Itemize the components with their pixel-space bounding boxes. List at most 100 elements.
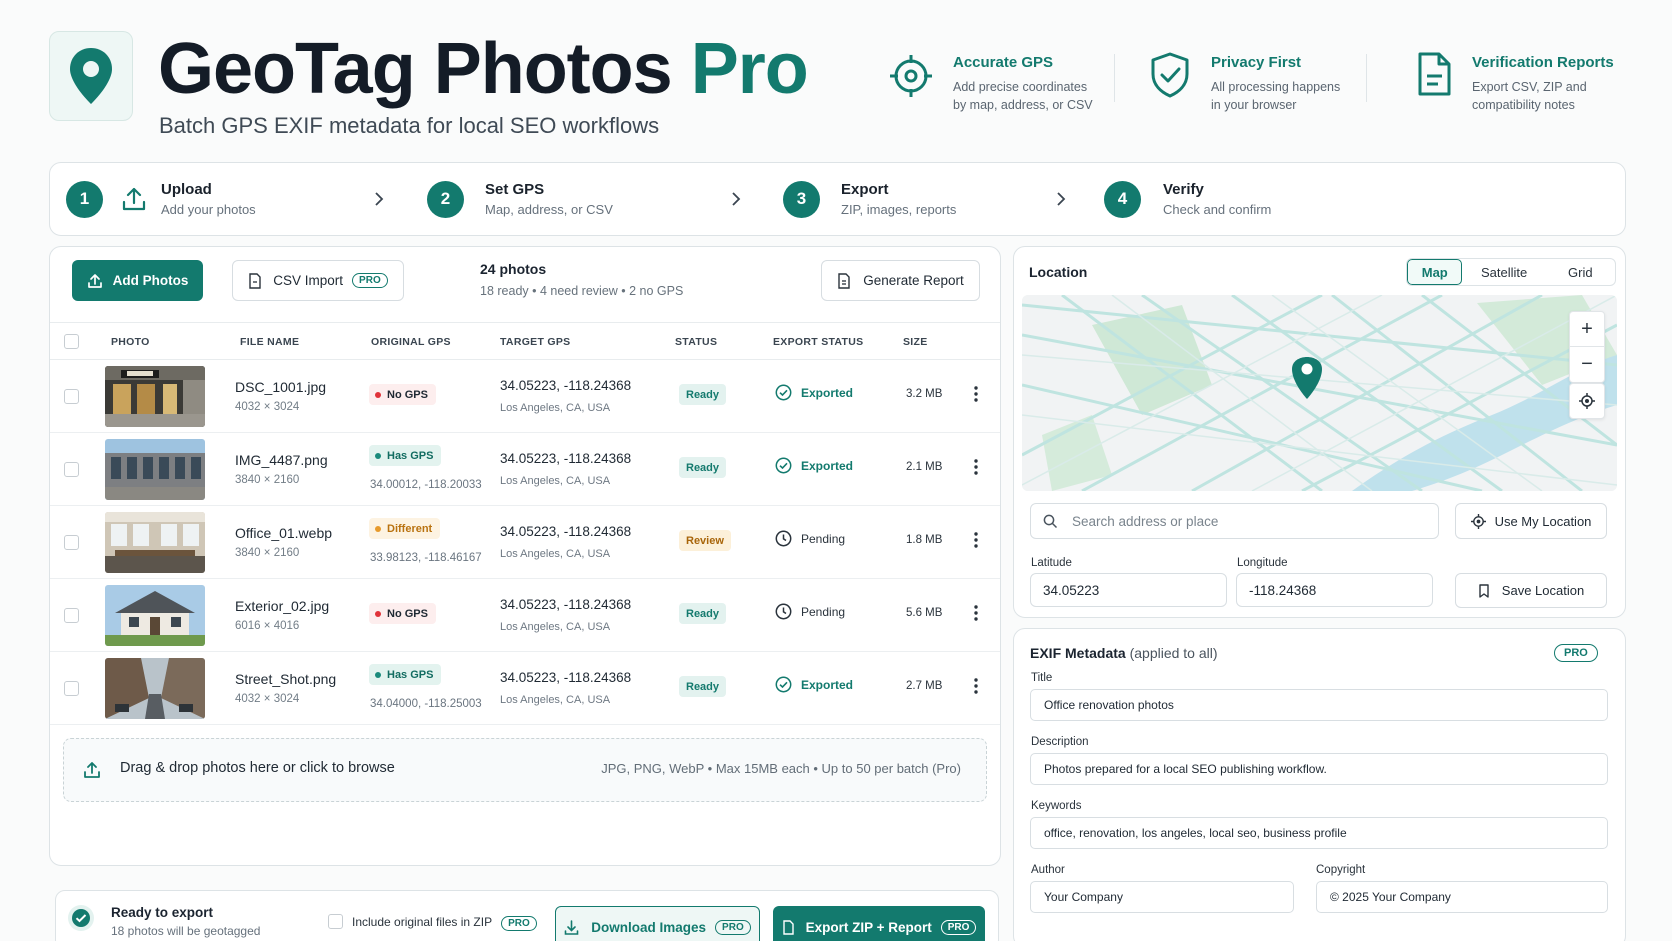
- gps-badge-label: No GPS: [387, 388, 428, 401]
- save-location-button[interactable]: Save Location: [1455, 573, 1607, 608]
- step-desc: ZIP, images, reports: [841, 202, 957, 217]
- column-header[interactable]: SIZE: [903, 336, 928, 348]
- file-size: 3.2 MB: [906, 388, 943, 400]
- pro-badge: PRO: [715, 919, 751, 935]
- tab-map[interactable]: Map: [1407, 259, 1463, 285]
- more-options-icon[interactable]: [973, 530, 979, 550]
- export-zip-label: Export ZIP + Report: [805, 919, 932, 935]
- title-input[interactable]: Office renovation photos: [1030, 689, 1608, 721]
- step-export[interactable]: 3 Export ZIP, images, reports: [783, 163, 956, 235]
- photo-thumbnail: [105, 439, 205, 500]
- zoom-in-button[interactable]: +: [1570, 312, 1604, 348]
- select-all-checkbox[interactable]: [64, 334, 79, 349]
- use-my-location-label: Use My Location: [1494, 513, 1592, 529]
- row-checkbox[interactable]: [64, 608, 79, 623]
- keywords-label: Keywords: [1031, 800, 1082, 812]
- csv-import-button[interactable]: CSV Import PRO: [232, 260, 404, 301]
- shield-check-icon: [1151, 52, 1189, 98]
- export-status: Pending: [775, 530, 845, 547]
- table-row[interactable]: Office_01.webp 3840 × 2160 Different 33.…: [50, 506, 1000, 579]
- generate-report-button[interactable]: Generate Report: [821, 260, 980, 301]
- file-name: IMG_4487.png: [235, 452, 328, 468]
- column-header[interactable]: FILE NAME: [240, 336, 299, 348]
- gps-badge-label: Has GPS: [387, 449, 434, 462]
- file-dimensions: 3840 × 2160: [235, 474, 300, 486]
- file-dimensions: 3840 × 2160: [235, 547, 300, 559]
- drop-zone[interactable]: Drag & drop photos here or click to brow…: [63, 738, 987, 802]
- map-view-tabs: Map Satellite Grid: [1406, 258, 1616, 286]
- step-desc: Add your photos: [161, 202, 256, 217]
- keywords-input[interactable]: office, renovation, los angeles, local s…: [1030, 817, 1608, 849]
- app-title-accent: Pro: [690, 29, 809, 109]
- zoom-out-button[interactable]: −: [1570, 347, 1604, 382]
- more-options-icon[interactable]: [973, 384, 979, 404]
- feature-desc-line: All processing happens: [1211, 80, 1341, 94]
- photo-thumbnail: [105, 512, 205, 573]
- location-title: Location: [1029, 264, 1088, 280]
- latitude-input[interactable]: 34.05223: [1030, 573, 1227, 607]
- use-my-location-button[interactable]: Use My Location: [1455, 503, 1607, 539]
- description-input[interactable]: Photos prepared for a local SEO publishi…: [1030, 753, 1608, 785]
- file-name: Office_01.webp: [235, 525, 333, 541]
- gps-badge-label: No GPS: [387, 607, 428, 620]
- more-options-icon[interactable]: [973, 603, 979, 623]
- pro-badge: PRO: [940, 919, 977, 935]
- house-exterior-photo-image: [105, 585, 205, 646]
- include-original-label[interactable]: Include original files in ZIP PRO: [352, 915, 537, 931]
- step-title: Export: [841, 181, 889, 198]
- export-status-label: Pending: [801, 604, 846, 619]
- file-icon: [782, 919, 794, 935]
- export-zip-button[interactable]: Export ZIP + Report PRO: [773, 906, 985, 941]
- row-checkbox[interactable]: [64, 681, 79, 696]
- step-number: 2: [427, 180, 464, 218]
- column-header[interactable]: ORIGINAL GPS: [371, 336, 451, 348]
- title-label: Title: [1031, 672, 1053, 684]
- row-checkbox[interactable]: [64, 462, 79, 477]
- author-input[interactable]: Your Company: [1030, 881, 1294, 913]
- step-upload[interactable]: 1 Upload Add your photos: [66, 163, 256, 235]
- pro-badge: PRO: [352, 273, 388, 288]
- row-checkbox[interactable]: [64, 389, 79, 404]
- longitude-input[interactable]: -118.24368: [1236, 573, 1433, 607]
- divider: [1114, 54, 1115, 102]
- export-bar-subtitle: 18 photos will be geotagged: [111, 924, 261, 938]
- table-row[interactable]: DSC_1001.jpg 4032 × 3024 No GPS 34.05223…: [50, 360, 1000, 433]
- feature-desc-line: by map, address, or CSV: [953, 98, 1093, 112]
- table-row[interactable]: Exterior_02.jpg 6016 × 4016 No GPS 34.05…: [50, 579, 1000, 652]
- copyright-input[interactable]: © 2025 Your Company: [1316, 881, 1608, 913]
- tab-satellite[interactable]: Satellite: [1462, 259, 1545, 285]
- locate-button[interactable]: [1569, 383, 1605, 419]
- more-options-icon[interactable]: [973, 676, 979, 696]
- upload-icon: [87, 273, 102, 288]
- column-header[interactable]: STATUS: [675, 336, 717, 348]
- target-gps: 34.05223, -118.24368: [500, 524, 632, 539]
- export-status-label: Exported: [801, 677, 854, 692]
- photo-thumbnail: [105, 585, 205, 646]
- step-verify[interactable]: 4 Verify Check and confirm: [1104, 163, 1271, 235]
- table-row[interactable]: Street_Shot.png 4032 × 3024 Has GPS 34.0…: [50, 652, 1000, 725]
- map-view[interactable]: + −: [1022, 295, 1617, 491]
- locate-icon: [1579, 393, 1595, 409]
- step-set-gps[interactable]: 2 Set GPS Map, address, or CSV: [427, 163, 613, 235]
- description-label: Description: [1031, 736, 1089, 748]
- office-building-photo-image: [105, 439, 205, 500]
- column-header[interactable]: TARGET GPS: [500, 336, 570, 348]
- row-checkbox[interactable]: [64, 535, 79, 550]
- column-header[interactable]: EXPORT STATUS: [773, 336, 863, 348]
- download-images-button[interactable]: Download Images PRO: [555, 906, 760, 941]
- add-photos-button[interactable]: Add Photos: [72, 260, 203, 301]
- table-row[interactable]: IMG_4487.png 3840 × 2160 Has GPS 34.0001…: [50, 433, 1000, 506]
- tab-grid[interactable]: Grid: [1546, 259, 1615, 285]
- zoom-controls: + −: [1569, 311, 1605, 383]
- clock-icon: [775, 530, 792, 547]
- include-original-checkbox[interactable]: [328, 914, 343, 929]
- original-gps: 34.04000, -118.25003: [370, 698, 482, 710]
- target-place: Los Angeles, CA, USA: [500, 621, 611, 633]
- file-size: 5.6 MB: [906, 607, 943, 619]
- author-label: Author: [1031, 864, 1065, 876]
- address-search-input[interactable]: Search address or place: [1030, 503, 1439, 539]
- step-desc: Map, address, or CSV: [485, 202, 613, 217]
- more-options-icon[interactable]: [973, 457, 979, 477]
- csv-import-label: CSV Import: [273, 273, 344, 288]
- copyright-label: Copyright: [1316, 864, 1366, 876]
